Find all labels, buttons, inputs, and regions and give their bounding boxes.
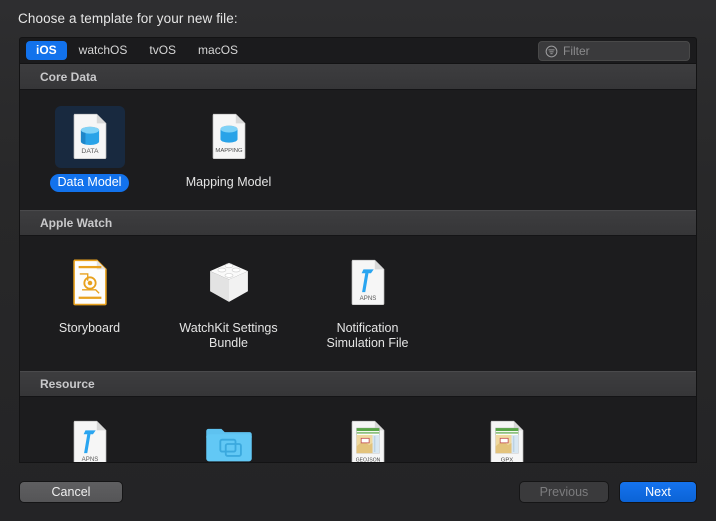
section-header: Core Data <box>20 64 696 90</box>
previous-button[interactable]: Previous <box>519 481 609 503</box>
section-body: DATA Data Model MAPPING Mapping Model <box>20 90 696 210</box>
template-item-label: Mapping Model <box>185 175 272 189</box>
svg-text:APNS: APNS <box>81 456 98 463</box>
template-item-label: Storyboard <box>58 321 121 335</box>
section-body: Storyboard WatchKit Settings Bundle APNS No… <box>20 236 696 371</box>
template-item[interactable]: Asset Catalog <box>159 411 298 462</box>
platform-toolbar: iOS watchOS tvOS macOS <box>19 37 697 63</box>
template-item[interactable]: GEOJSONGeo JSON File <box>298 411 437 462</box>
template-item-label: Data Model <box>49 174 130 192</box>
section-header: Apple Watch <box>20 210 696 236</box>
template-item[interactable]: MAPPING Mapping Model <box>159 104 298 192</box>
tab-macos[interactable]: macOS <box>188 41 248 60</box>
template-item[interactable]: Storyboard <box>20 250 159 353</box>
svg-text:MAPPING: MAPPING <box>215 148 243 154</box>
filter-input[interactable] <box>563 44 683 58</box>
dialog-footer: Cancel Previous Next <box>0 463 716 521</box>
template-item[interactable]: DATA Data Model <box>20 104 159 192</box>
template-list-scrollarea[interactable]: Core Data DATA Data Model MAPPING Mapping Mo… <box>19 63 697 463</box>
cancel-button[interactable]: Cancel <box>19 481 123 503</box>
template-item-label: Notification Simulation File <box>326 321 409 350</box>
tab-tvos[interactable]: tvOS <box>139 41 186 60</box>
svg-text:DATA: DATA <box>81 148 99 155</box>
page-title: Choose a template for your new file: <box>18 11 238 26</box>
filter-icon <box>545 45 558 58</box>
apns-document-icon: APNS <box>55 413 125 463</box>
section-header: Resource <box>20 371 696 397</box>
gpx-document-icon: GPX <box>472 413 542 462</box>
apns-document-icon: APNS <box>333 252 403 314</box>
platform-tabs: iOS watchOS tvOS macOS <box>26 41 248 60</box>
storyboard-document-icon <box>55 252 125 314</box>
template-item[interactable]: WatchKit Settings Bundle <box>159 250 298 353</box>
navigation-buttons: Previous Next <box>519 481 697 503</box>
new-file-template-dialog: Choose a template for your new file: iOS… <box>0 0 716 521</box>
asset-catalog-folder-icon <box>194 413 264 462</box>
section-body: APNSNotificationAsset CatalogGEOJSONGeo … <box>20 397 696 463</box>
settings-bundle-box-icon <box>194 252 264 314</box>
tab-ios[interactable]: iOS <box>26 41 67 60</box>
template-item[interactable]: APNSNotification <box>20 411 159 463</box>
filter-field[interactable] <box>538 41 690 61</box>
template-item[interactable]: GPXGPX File <box>437 411 576 462</box>
template-item-label: WatchKit Settings Bundle <box>179 321 278 350</box>
svg-text:APNS: APNS <box>359 295 376 302</box>
mapping-model-document-icon: MAPPING <box>194 106 264 168</box>
template-item[interactable]: APNS Notification Simulation File <box>298 250 437 353</box>
geojson-document-icon: GEOJSON <box>333 413 403 462</box>
data-model-document-icon: DATA <box>54 106 125 168</box>
tab-watchos[interactable]: watchOS <box>69 41 138 60</box>
next-button[interactable]: Next <box>619 481 697 503</box>
